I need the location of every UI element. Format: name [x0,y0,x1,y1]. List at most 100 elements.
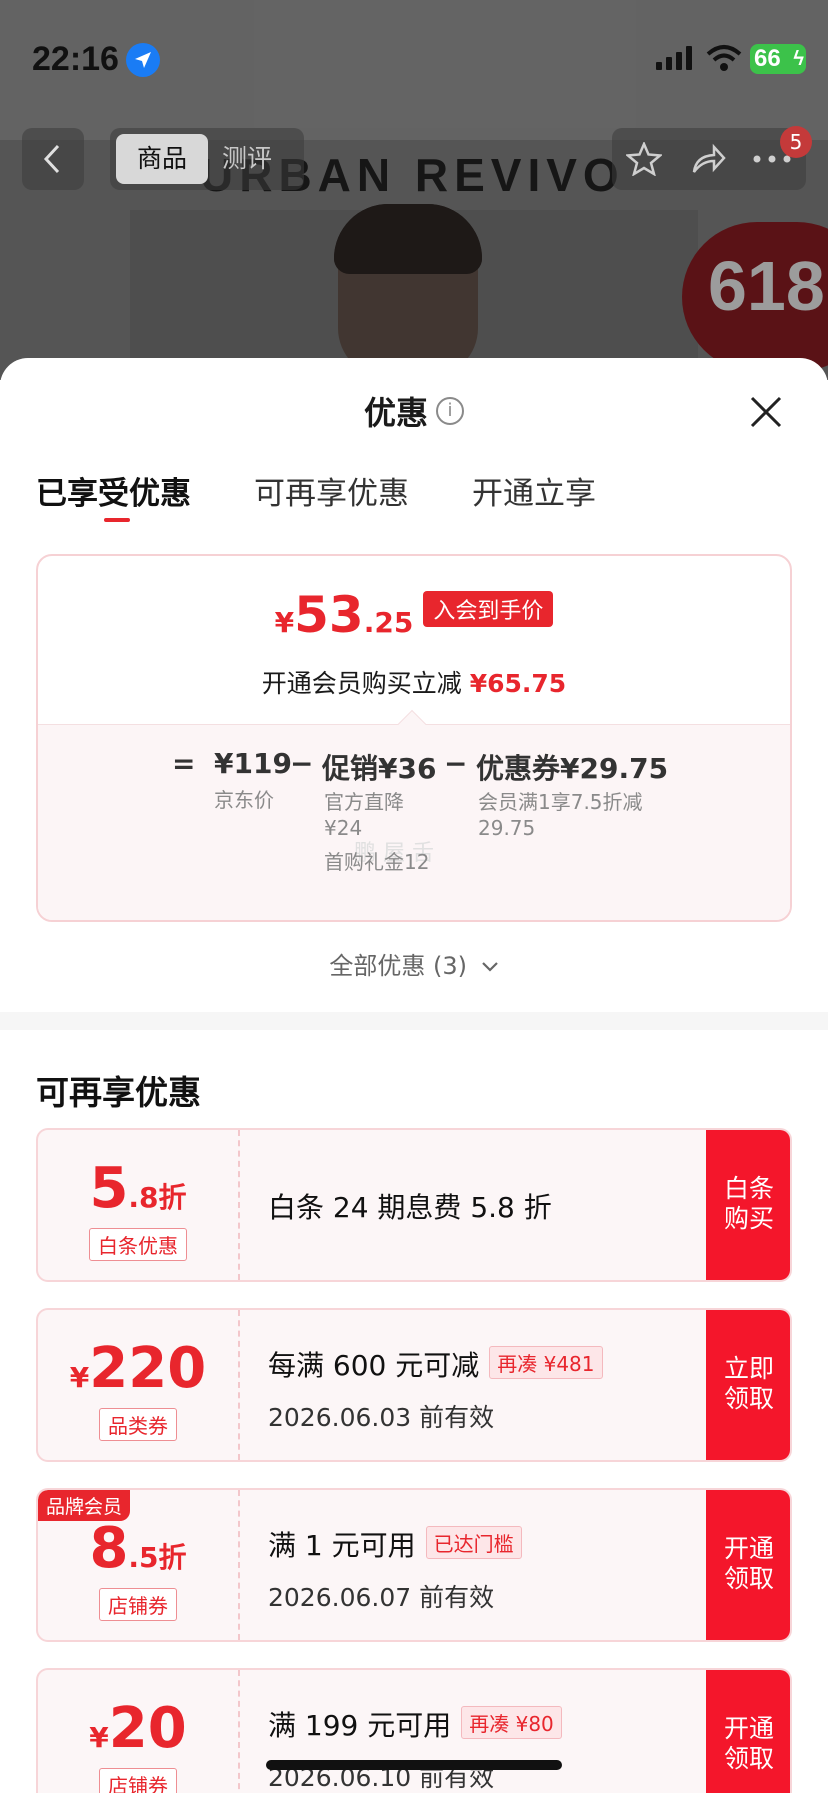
home-indicator[interactable] [266,1760,562,1770]
close-icon[interactable] [748,394,784,430]
all-offers-label: 全部优惠 (3) [329,952,467,980]
status-bar: 22:16 66 ϟ [0,0,828,120]
coupon-rule: 满 1 元可用 [268,1529,416,1562]
signal-icon [656,46,692,70]
button-line-1: 开通 [723,1534,774,1563]
chevron-down-icon [481,962,498,972]
jd-price-label: 京东价 [214,788,274,812]
button-line-2: 购买 [723,1204,774,1233]
coupon-value-dec: .5 [128,1541,159,1574]
final-price-int: 53 [294,586,364,644]
coupon-value-dec: .8 [128,1181,159,1214]
coupon-rule: 每满 600 元可减 [268,1349,480,1382]
location-arrow-icon [126,43,160,77]
member-discount-text: 开通会员购买立减 [261,669,462,698]
coupon-value-area: ¥220 品类券 [38,1310,238,1460]
coupon-expiry: 2026.06.03 前有效 [268,1403,495,1432]
battery-icon: 66 ϟ [750,44,806,74]
charging-bolt-icon: ϟ [793,48,804,70]
tab-review[interactable]: 测评 [222,134,272,184]
coupon-detail-1: 会员满1享7.5折减 [478,790,643,814]
price-breakdown: = ¥119 京东价 − 促销¥36 官方直降 ¥24 鹏 屋 舌 首购礼金12… [38,724,790,920]
equals-sign: = [172,747,196,780]
tab-goods[interactable]: 商品 [116,134,208,184]
coupon-value-unit: 折 [158,1541,187,1574]
member-discount-amount: ¥65.75 [469,669,567,698]
coupon-expiry: 2026.06.07 前有效 [268,1583,495,1612]
all-offers-toggle[interactable]: 全部优惠 (3) [0,946,828,981]
coupon-value: 5.8折 [38,1156,238,1221]
button-line-2: 领取 [723,1744,774,1773]
coupon-threshold-chip: 已达门槛 [425,1526,522,1559]
back-button[interactable] [22,128,84,190]
member-price-badge: 入会到手价 [423,591,554,627]
coupon-type-tag: 品类券 [99,1408,177,1441]
tab-more-offers[interactable]: 可再享优惠 [254,468,409,513]
coupon-divider [238,1490,240,1640]
coupon-value-yen: ¥ [89,1721,109,1754]
final-price-yen: ¥ [274,606,295,639]
coupon-description: 白条 24 期息费 5.8 折 [268,1191,552,1224]
page-segment-control: 商品 测评 [110,128,304,190]
button-line-1: 开通 [723,1714,774,1743]
coupon-value-unit: 折 [158,1181,187,1214]
more-icon[interactable] [752,154,792,164]
final-price-dec: .25 [363,606,414,639]
info-icon[interactable]: i [436,397,464,425]
more-offers-title: 可再享优惠 [36,1073,201,1112]
promo-amount: 促销¥36 [322,752,437,785]
message-count-badge: 5 [780,126,812,158]
back-icon [43,144,60,174]
sheet-title-text: 优惠 [363,394,428,432]
activate-claim-button[interactable]: 开通 领取 [706,1670,790,1793]
section-divider [0,1012,828,1030]
coupon-threshold-chip: 再凑 ¥481 [489,1346,603,1379]
coupon-type-tag: 店铺券 [99,1768,177,1793]
coupon-card: ¥220 品类券 每满 600 元可减 再凑 ¥481 2026.06.03 前有… [36,1308,792,1462]
coupon-rule: 满 199 元可用 [268,1709,452,1742]
minus-sign: − [290,747,314,780]
coupon-card: 5.8折 白条优惠 白条 24 期息费 5.8 折 白条 购买 [36,1128,792,1282]
coupon-threshold-chip: 再凑 ¥80 [461,1706,562,1739]
price-summary-card: ¥53.25 入会到手价 开通会员购买立减 ¥65.75 = ¥119 京东价 −… [36,554,792,922]
coupon-value-num: 20 [108,1696,187,1761]
coupon-description: 满 1 元可用 已达门槛 [268,1524,522,1564]
active-tab-indicator [104,518,130,522]
share-icon[interactable] [690,142,726,176]
sheet-title: 优惠 i [0,388,828,434]
battery-level: 66 [754,45,781,72]
baitiao-buy-button[interactable]: 白条 购买 [706,1130,790,1280]
jd-price: ¥119 [214,747,292,780]
member-discount-line: 开通会员购买立减 ¥65.75 [38,664,790,700]
coupon-value: ¥220 [38,1336,238,1401]
coupon-divider [238,1130,240,1280]
minus-sign-2: − [444,747,468,780]
coupon-value: ¥20 [38,1696,238,1761]
wifi-icon [706,45,742,71]
star-icon[interactable] [626,142,662,176]
coupon-value: 8.5折 [38,1516,238,1581]
coupon-value-yen: ¥ [69,1361,90,1394]
claim-now-button[interactable]: 立即 领取 [706,1310,790,1460]
coupon-description: 每满 600 元可减 再凑 ¥481 [268,1344,603,1384]
coupon-value-num: 220 [89,1336,207,1401]
coupon-value-num: 8 [89,1516,129,1581]
offer-tabs: 已享受优惠 可再享优惠 开通立享 [36,468,816,528]
tab-enjoyed-offers[interactable]: 已享受优惠 [36,468,191,513]
activate-claim-button[interactable]: 开通 领取 [706,1490,790,1640]
promo-detail-3: 首购礼金12 [324,850,430,874]
coupon-value-num: 5 [89,1156,129,1221]
button-line-1: 立即 [723,1354,774,1383]
coupon-value-area: 5.8折 白条优惠 [38,1130,238,1280]
promo-detail-1: 官方直降 [324,790,404,814]
tab-activate-offers[interactable]: 开通立享 [472,468,596,513]
button-line-2: 领取 [723,1564,774,1593]
nav-actions [612,128,806,190]
offers-sheet: 优惠 i 已享受优惠 可再享优惠 开通立享 ¥53.25 入会到手价 开通会员购买立… [0,358,828,1793]
status-time: 22:16 [32,40,119,78]
coupon-description: 满 199 元可用 再凑 ¥80 [268,1704,562,1744]
brand-member-badge: 品牌会员 [38,1490,131,1521]
coupon-type-tag: 店铺券 [99,1588,177,1621]
coupon-type-tag: 白条优惠 [89,1228,187,1261]
coupon-detail-2: 29.75 [478,816,536,840]
